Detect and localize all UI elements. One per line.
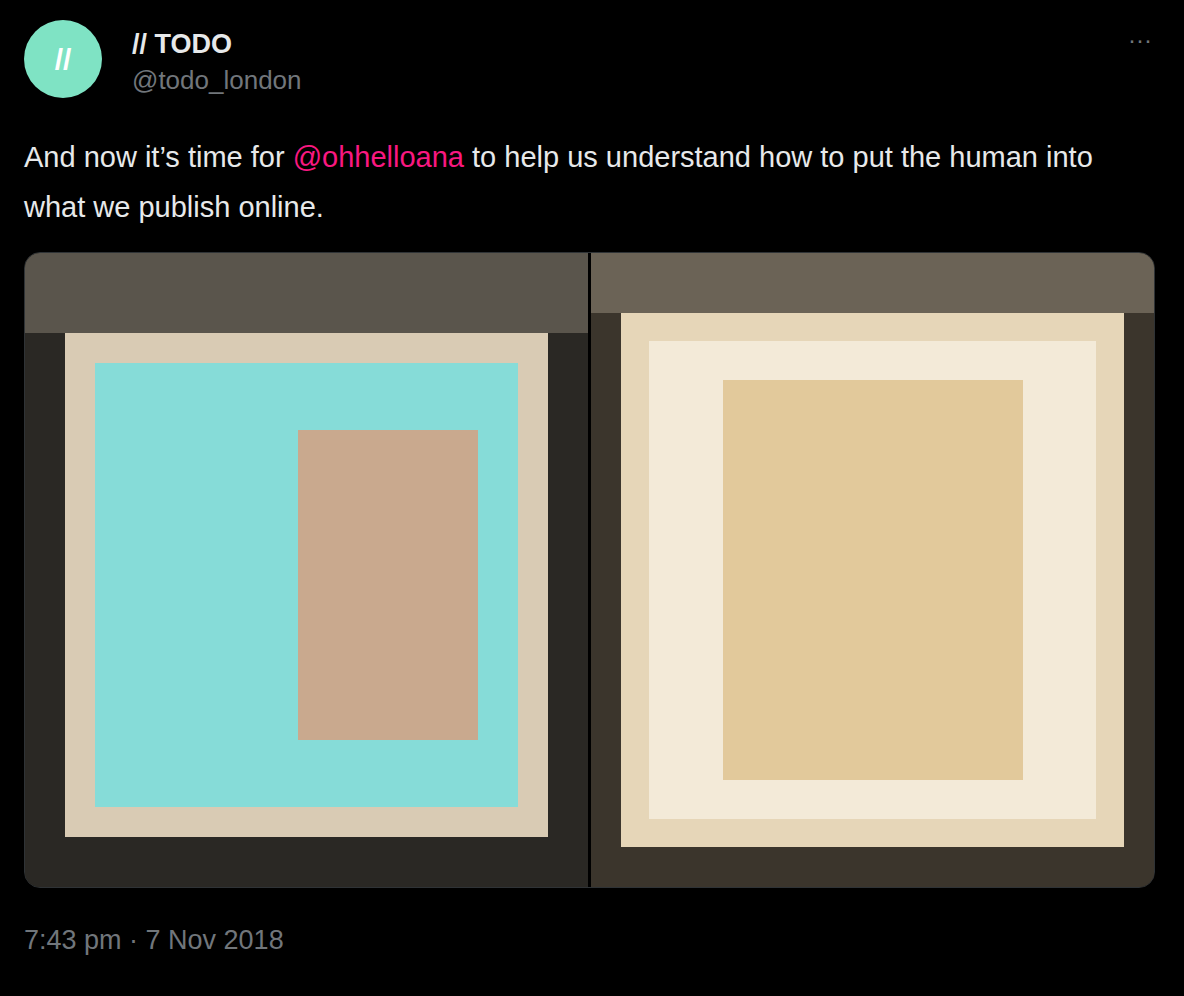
photo[interactable] — [591, 253, 1154, 887]
text-segment: And now it’s time for — [24, 141, 293, 173]
mention-link[interactable]: @ohhelloana — [293, 141, 464, 173]
avatar[interactable]: // — [24, 20, 102, 98]
author-handle[interactable]: @todo_london — [132, 62, 1128, 98]
tweet-header: // // TODO@todo_london··· — [24, 20, 1160, 98]
tweet: // // TODO@todo_london··· And now it’s tim… — [0, 0, 1184, 996]
more-button[interactable]: ··· — [1128, 20, 1160, 52]
photo[interactable] — [25, 253, 588, 887]
author-name[interactable]: // TODO — [132, 26, 1128, 62]
media-grid — [24, 252, 1155, 888]
tweet-text: And now it’s time for @ohhelloana to hel… — [24, 132, 1160, 232]
timestamp[interactable]: 7:43 pm · 7 Nov 2018 — [24, 920, 1160, 960]
